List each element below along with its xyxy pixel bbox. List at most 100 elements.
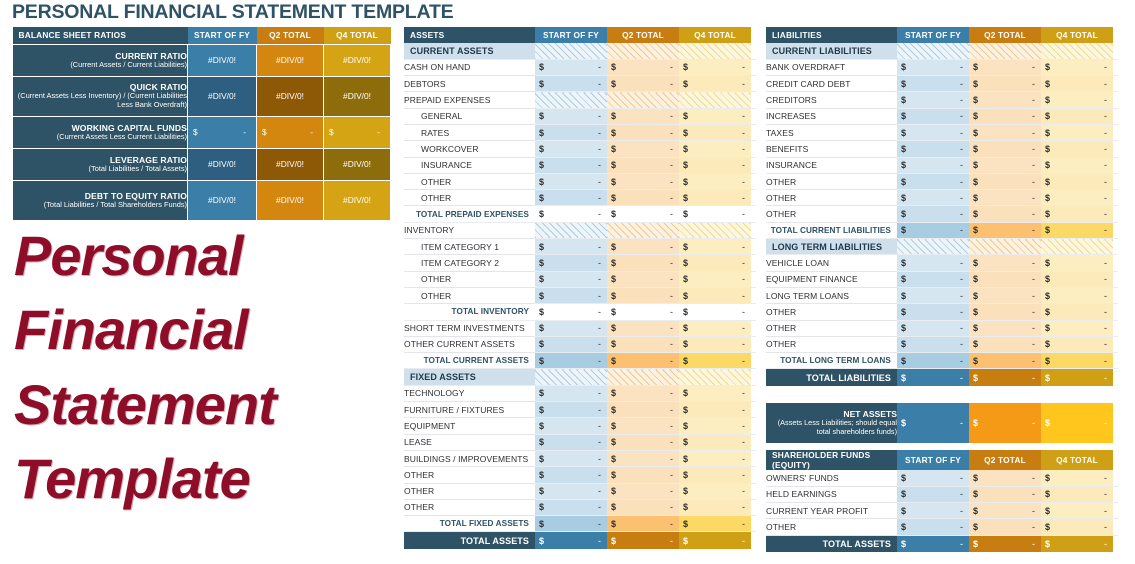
value-cell-fy[interactable]: $ -	[897, 470, 969, 487]
value-cell-q2[interactable]: $ -	[607, 189, 679, 207]
value-cell-fy[interactable]: $ -	[535, 287, 607, 305]
ratio-value-q4[interactable]: #DIV/0!	[323, 43, 391, 77]
value-cell-q2[interactable]: $ -	[607, 466, 679, 484]
value-cell-fy[interactable]: $ -	[535, 531, 607, 549]
value-cell-fy[interactable]: $ -	[535, 352, 607, 370]
value-cell-fy[interactable]: $ -	[897, 518, 969, 536]
value-cell-q4[interactable]: $ -	[679, 401, 751, 419]
ratio-value-q4[interactable]: #DIV/0!	[323, 75, 391, 117]
value-cell-fy[interactable]: $ -	[897, 368, 969, 386]
value-cell-q4[interactable]: $ -	[679, 352, 751, 370]
value-cell-fy[interactable]: $ -	[897, 75, 969, 93]
value-cell-q2[interactable]: $ -	[607, 352, 679, 370]
value-cell-fy[interactable]: $ -	[897, 140, 969, 158]
value-cell-q2[interactable]: $ -	[607, 254, 679, 272]
ratio-value-fy[interactable]: #DIV/0!	[187, 43, 257, 77]
value-cell-q2[interactable]: $ -	[969, 157, 1041, 174]
value-cell-q4[interactable]: $ -	[1041, 486, 1113, 504]
value-cell-fy[interactable]: $ -	[897, 173, 969, 191]
value-cell-fy[interactable]: $ -	[897, 271, 969, 288]
value-cell-q2[interactable]: $ -	[969, 222, 1041, 240]
value-cell-q4[interactable]: $ -	[1041, 368, 1113, 386]
value-cell-fy[interactable]: $ -	[897, 352, 969, 370]
value-cell-fy[interactable]: $ -	[535, 108, 607, 125]
value-cell-q2[interactable]: $ -	[969, 287, 1041, 305]
value-cell-fy[interactable]: $ -	[535, 157, 607, 174]
value-cell-q4[interactable]: $ -	[1041, 108, 1113, 125]
value-cell-fy[interactable]: $ -	[897, 124, 969, 142]
ratio-value-q2[interactable]: #DIV/0!	[256, 75, 324, 117]
value-cell-q2[interactable]: $ -	[969, 470, 1041, 487]
value-cell-fy[interactable]: $ -	[535, 303, 607, 321]
value-cell-q2[interactable]: $ -	[607, 450, 679, 468]
ratio-value-fy[interactable]: #DIV/0!	[187, 75, 257, 117]
value-cell-q2[interactable]: $ -	[607, 320, 679, 337]
value-cell-q2[interactable]: $ -	[607, 483, 679, 500]
value-cell-q2[interactable]: $ -	[969, 173, 1041, 191]
value-cell-fy[interactable]: $ -	[535, 483, 607, 500]
value-cell-q4[interactable]: $ -	[679, 254, 751, 272]
value-cell-q2[interactable]: $ -	[607, 108, 679, 125]
value-cell-fy[interactable]: $ -	[897, 59, 969, 77]
value-cell-q4[interactable]: $ -	[679, 124, 751, 142]
value-cell-q4[interactable]: $ -	[679, 434, 751, 451]
value-cell-q2[interactable]: $ -	[969, 502, 1041, 520]
value-cell-q4[interactable]: $ -	[1041, 535, 1113, 553]
value-cell-q2[interactable]: $ -	[607, 303, 679, 321]
value-cell-q4[interactable]: $ -	[679, 205, 751, 223]
value-cell-q2[interactable]: $ -	[607, 140, 679, 158]
value-cell-q4[interactable]: $ -	[679, 287, 751, 305]
value-cell-fy[interactable]: $ -	[897, 157, 969, 174]
value-cell-q2[interactable]: $ -	[969, 108, 1041, 125]
value-cell-q4[interactable]: $ -	[679, 385, 751, 403]
value-cell-fy[interactable]: $ -	[535, 336, 607, 354]
value-cell-q4[interactable]: $ -	[1041, 320, 1113, 337]
value-cell-q4[interactable]: $ -	[1041, 518, 1113, 536]
value-cell-q4[interactable]: $ -	[679, 238, 751, 256]
value-cell-q4[interactable]: $ -	[679, 140, 751, 158]
value-cell-q4[interactable]: $ -	[1041, 189, 1113, 207]
value-cell-fy[interactable]: $ -	[535, 205, 607, 223]
value-cell-q2[interactable]: $ -	[969, 303, 1041, 321]
ratio-value-q2[interactable]: #DIV/0!	[256, 147, 324, 181]
value-cell-q4[interactable]: $ -	[1041, 352, 1113, 370]
value-cell-q2[interactable]: $ -	[607, 434, 679, 451]
ratio-value-q2[interactable]: #DIV/0!	[256, 179, 324, 221]
value-cell-q2[interactable]: $ -	[607, 287, 679, 305]
value-cell-q2[interactable]: $ -	[607, 417, 679, 435]
value-cell-q2[interactable]: $ -	[969, 189, 1041, 207]
value-cell-q4[interactable]: $ -	[679, 271, 751, 288]
value-cell-fy[interactable]: $ -	[535, 173, 607, 191]
value-cell-fy[interactable]: $ -	[897, 189, 969, 207]
value-cell-q2[interactable]: $ -	[969, 535, 1041, 553]
value-cell-q4[interactable]: $ -	[679, 336, 751, 354]
ratio-value-fy[interactable]: #DIV/0!	[187, 147, 257, 181]
value-cell-q4[interactable]: $ -	[679, 531, 751, 549]
value-cell-q4[interactable]: $ -	[679, 466, 751, 484]
value-cell-fy[interactable]: $ -	[897, 222, 969, 240]
value-cell-fy[interactable]: $ -	[535, 189, 607, 207]
value-cell-q2[interactable]: $ -	[607, 271, 679, 288]
value-cell-q4[interactable]: $ -	[679, 75, 751, 93]
value-cell-fy[interactable]: $ -	[535, 124, 607, 142]
value-cell-q2[interactable]: $ -	[607, 385, 679, 403]
value-cell-fy[interactable]: $ -	[897, 535, 969, 553]
value-cell-q2[interactable]: $ -	[969, 486, 1041, 504]
value-cell-q2[interactable]: $ -	[607, 531, 679, 549]
value-cell-fy[interactable]: $ -	[897, 336, 969, 354]
value-cell-q2[interactable]: $ -	[607, 173, 679, 191]
value-cell-q4[interactable]: $ -	[679, 157, 751, 174]
value-cell-q2[interactable]: $ -	[969, 518, 1041, 536]
value-cell-q2[interactable]: $ -	[969, 271, 1041, 288]
value-cell-fy[interactable]: $ -	[897, 205, 969, 223]
value-cell-q4[interactable]: $ -	[1041, 75, 1113, 93]
value-cell-q4[interactable]: $ -	[679, 303, 751, 321]
value-cell-q4[interactable]: $ -	[679, 515, 751, 533]
value-cell-q4[interactable]: $ -	[1041, 124, 1113, 142]
value-cell-fy[interactable]: $ -	[535, 320, 607, 337]
value-cell-q2[interactable]: $ -	[969, 320, 1041, 337]
value-cell-q4[interactable]: $ -	[1041, 140, 1113, 158]
value-cell-fy[interactable]: $ -	[535, 140, 607, 158]
value-cell-q4[interactable]: $ -	[1041, 336, 1113, 354]
ratio-value-q2[interactable]: #DIV/0!	[256, 43, 324, 77]
